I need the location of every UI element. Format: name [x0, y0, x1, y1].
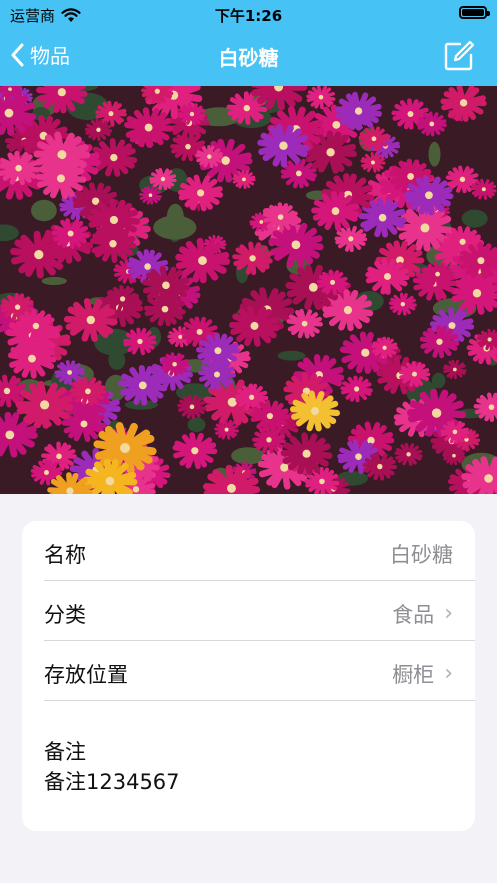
page-title: 白砂糖	[218, 46, 279, 70]
category-label: 分类	[44, 603, 86, 627]
category-value-text: 食品	[392, 603, 435, 627]
item-details-card: 名称 白砂糖 分类 食品 › 存放位置 橱柜 › 备注 备注1234567	[22, 521, 475, 831]
name-row: 名称 白砂糖	[22, 521, 475, 581]
battery-icon	[459, 6, 490, 19]
battery-fill	[462, 9, 484, 16]
category-value: 食品 ›	[392, 599, 453, 629]
name-value: 白砂糖	[390, 539, 453, 569]
chevron-right-icon: ›	[444, 661, 453, 686]
status-time: 下午1:26	[214, 7, 283, 25]
name-label: 名称	[44, 543, 86, 567]
divider	[44, 700, 475, 701]
notes-value: 备注1234567	[44, 770, 180, 794]
item-photo-image	[0, 86, 497, 494]
item-photo	[0, 86, 497, 494]
notes-section: 备注 备注1234567	[44, 737, 180, 797]
navigation-bar: 物品 白砂糖	[0, 30, 497, 82]
compose-icon	[444, 40, 475, 71]
location-row[interactable]: 存放位置 橱柜 ›	[22, 641, 475, 701]
location-value: 橱柜 ›	[392, 659, 453, 689]
edit-button[interactable]	[443, 40, 475, 72]
location-value-text: 橱柜	[392, 663, 435, 687]
notes-label: 备注	[44, 740, 86, 764]
category-row[interactable]: 分类 食品 ›	[22, 581, 475, 641]
status-bar: 运营商 下午1:26	[0, 0, 497, 28]
chevron-right-icon: ›	[444, 601, 453, 626]
top-bar: 运营商 下午1:26 物品 白砂糖	[0, 0, 497, 86]
name-value-text: 白砂糖	[390, 543, 453, 567]
location-label: 存放位置	[44, 663, 128, 687]
